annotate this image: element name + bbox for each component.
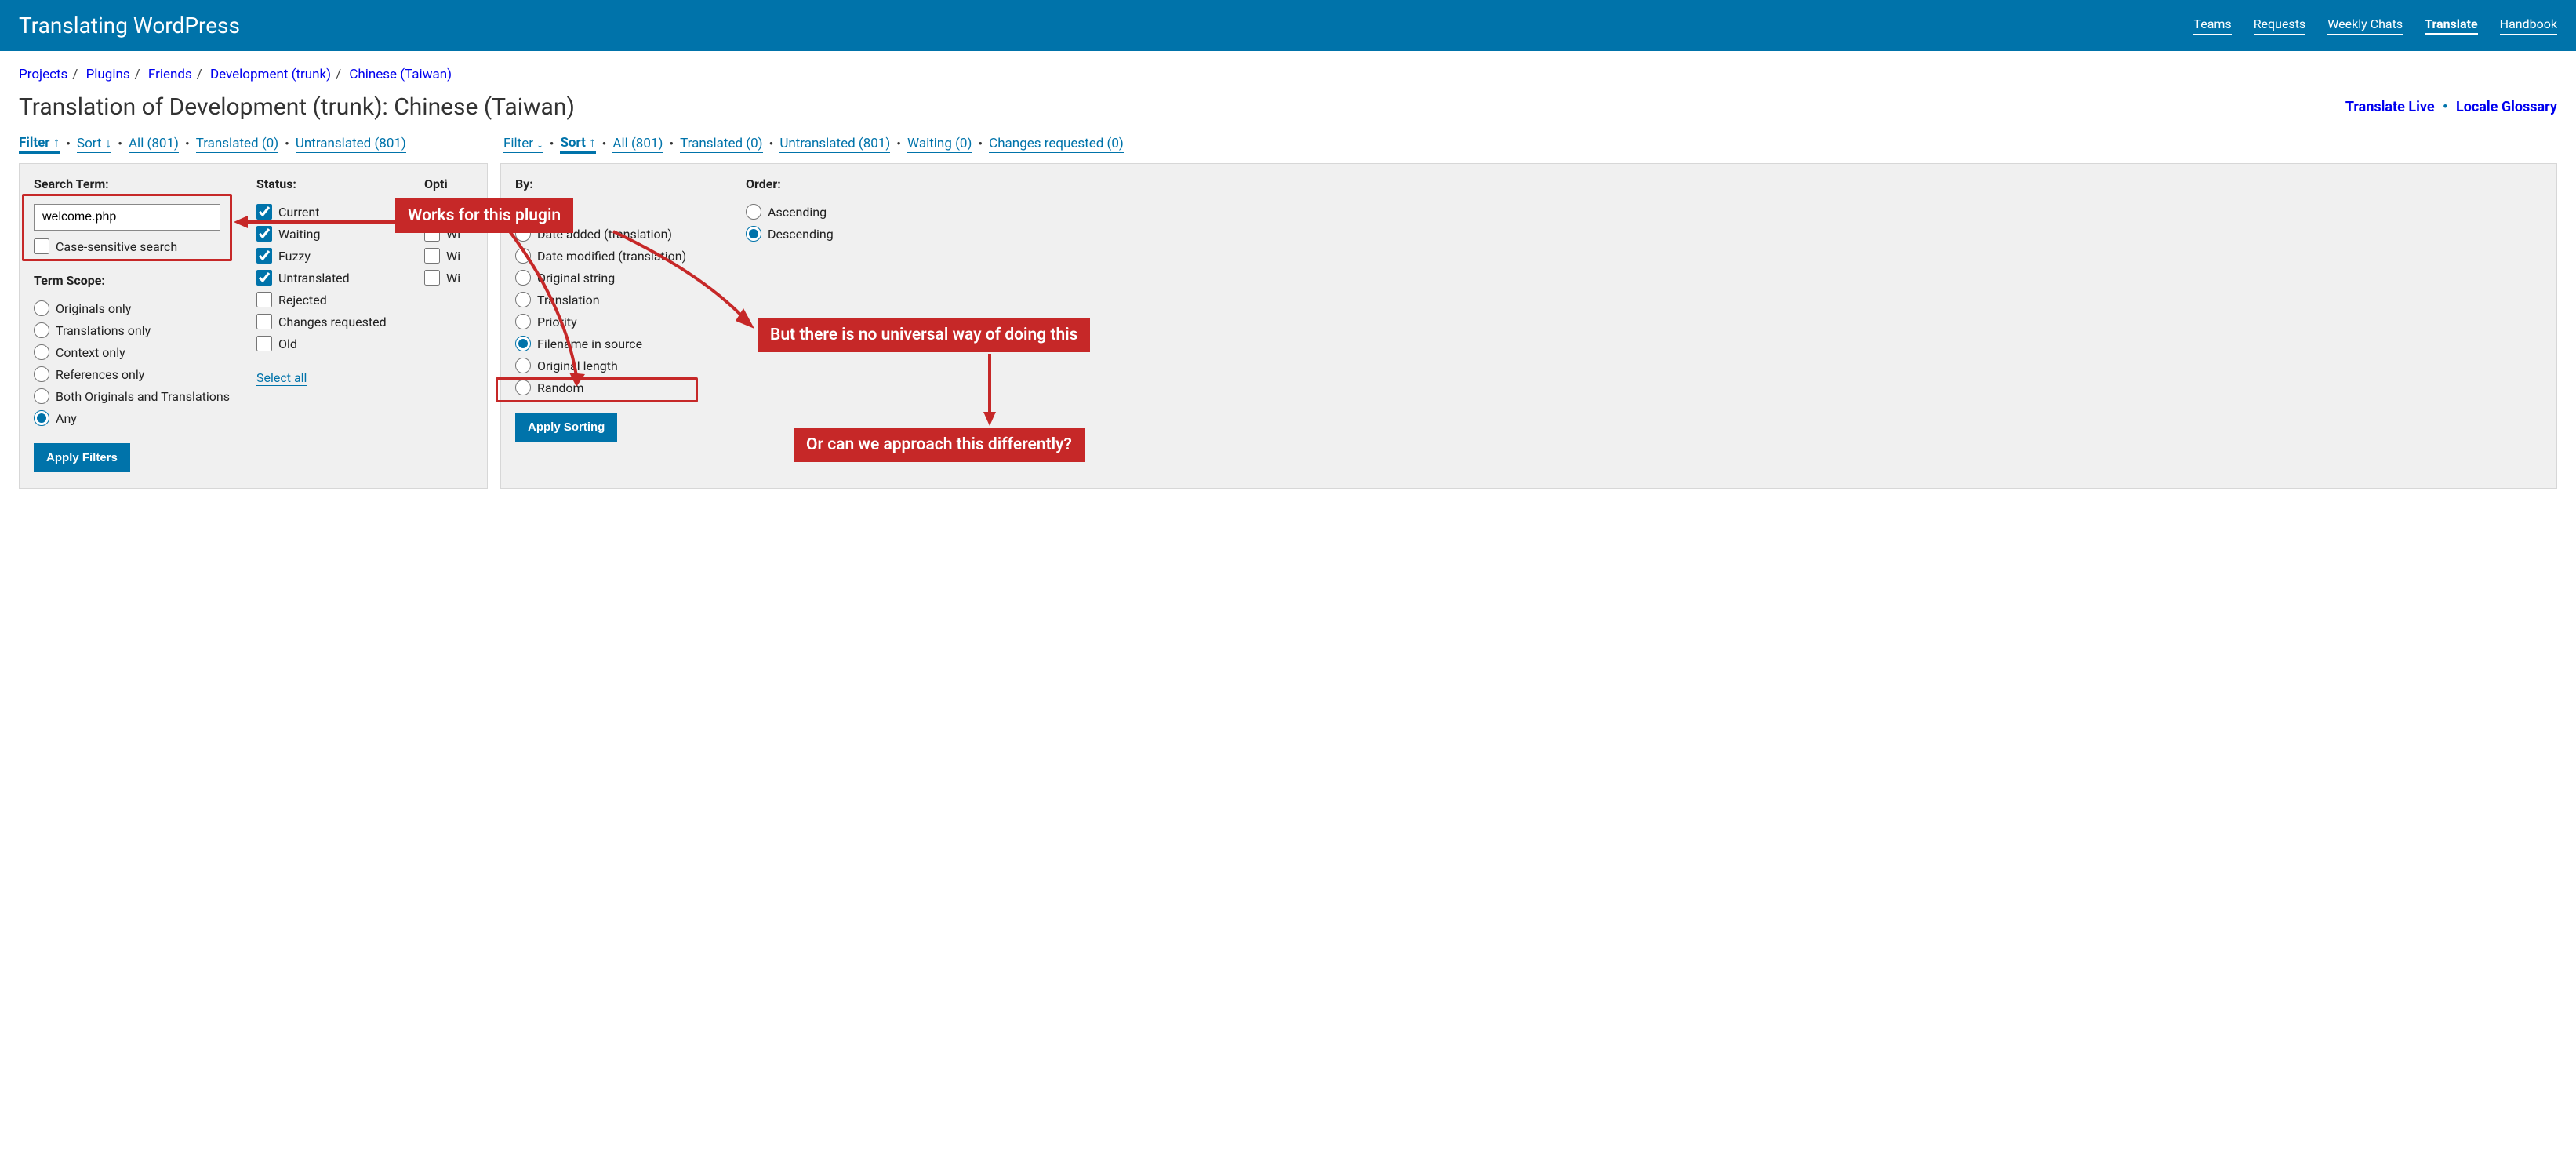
status-current[interactable]: Current [256, 204, 405, 220]
by-radio[interactable] [515, 292, 531, 307]
tab-untranslated-left[interactable]: Untranslated (801) [296, 136, 406, 153]
tab-untranslated-right[interactable]: Untranslated (801) [779, 136, 890, 153]
tab-all-right[interactable]: All (801) [612, 136, 663, 153]
scope-radio[interactable] [34, 300, 49, 316]
by-label: By: [515, 176, 727, 191]
nav-teams[interactable]: Teams [2193, 16, 2231, 35]
status-checkbox[interactable] [256, 314, 272, 329]
options-label: Opti [424, 176, 471, 191]
by-radio[interactable] [515, 314, 531, 329]
filter-toggle-right[interactable]: Filter ↓ [503, 136, 543, 153]
search-term-label: Search Term: [34, 176, 238, 191]
scope-any[interactable]: Any [34, 410, 238, 426]
breadcrumb: Projects/ Plugins/ Friends/ Development … [19, 67, 2557, 82]
apply-filters-button[interactable]: Apply Filters [34, 443, 130, 472]
option-partial[interactable]: Wi [424, 270, 471, 286]
status-checkbox[interactable] [256, 248, 272, 264]
status-checkbox[interactable] [256, 226, 272, 242]
status-changes-requested[interactable]: Changes requested [256, 314, 405, 329]
order-radio[interactable] [746, 204, 761, 220]
by-priority[interactable]: Priority [515, 314, 727, 329]
by-original-string[interactable]: Original string [515, 270, 727, 286]
option-partial[interactable]: Wi [424, 248, 471, 264]
crumb-locale[interactable]: Chinese (Taiwan) [349, 67, 452, 82]
scope-radio[interactable] [34, 388, 49, 404]
filter-toggle-left[interactable]: Filter ↑ [19, 135, 60, 154]
sort-toggle-left[interactable]: Sort ↓ [77, 136, 111, 153]
by-radio[interactable] [515, 358, 531, 373]
order-ascending[interactable]: Ascending [746, 204, 834, 220]
scope-originals-only[interactable]: Originals only [34, 300, 238, 316]
by-date-modified-translation-[interactable]: Date modified (translation) [515, 248, 727, 264]
by-filename-in-source[interactable]: Filename in source [515, 336, 727, 351]
scope-radio[interactable] [34, 410, 49, 426]
status-old[interactable]: Old [256, 336, 405, 351]
case-sensitive-row[interactable]: Case-sensitive search [34, 238, 238, 254]
callout-works: Works for this plugin [395, 198, 573, 233]
status-checkbox[interactable] [256, 204, 272, 220]
status-checkbox[interactable] [256, 292, 272, 307]
scope-radio[interactable] [34, 322, 49, 338]
search-term-input[interactable] [34, 204, 220, 231]
tab-translated-left[interactable]: Translated (0) [196, 136, 278, 153]
locale-glossary-link[interactable]: Locale Glossary [2456, 99, 2557, 115]
option-checkbox[interactable] [424, 270, 440, 286]
scope-translations-only[interactable]: Translations only [34, 322, 238, 338]
order-label: Order: [746, 176, 834, 191]
crumb-plugins[interactable]: Plugins [86, 67, 130, 82]
apply-sorting-button[interactable]: Apply Sorting [515, 413, 617, 442]
nav-weekly-chats[interactable]: Weekly Chats [2327, 16, 2403, 35]
title-links: Translate Live • Locale Glossary [2345, 99, 2557, 115]
crumb-friends[interactable]: Friends [148, 67, 192, 82]
nav-handbook[interactable]: Handbook [2500, 16, 2557, 35]
tab-all-left[interactable]: All (801) [129, 136, 179, 153]
sort-toggle-right[interactable]: Sort ↑ [560, 135, 595, 154]
scope-radio[interactable] [34, 344, 49, 360]
status-untranslated[interactable]: Untranslated [256, 270, 405, 286]
status-rejected[interactable]: Rejected [256, 292, 405, 307]
primary-nav: Teams Requests Weekly Chats Translate Ha… [2193, 16, 2557, 35]
by-random[interactable]: Random [515, 380, 727, 395]
site-title: Translating WordPress [19, 13, 240, 38]
status-label: Status: [256, 176, 405, 191]
order-descending[interactable]: Descending [746, 226, 834, 242]
tab-translated-right[interactable]: Translated (0) [680, 136, 762, 153]
nav-requests[interactable]: Requests [2254, 16, 2306, 35]
by-radio[interactable] [515, 380, 531, 395]
status-checkbox[interactable] [256, 270, 272, 286]
by-radio[interactable] [515, 336, 531, 351]
by-radio[interactable] [515, 270, 531, 286]
page-content: Projects/ Plugins/ Friends/ Development … [0, 51, 2576, 504]
term-scope-label: Term Scope: [34, 273, 238, 288]
by-radio[interactable] [515, 248, 531, 264]
tab-changes-right[interactable]: Changes requested (0) [989, 136, 1124, 153]
status-fuzzy[interactable]: Fuzzy [256, 248, 405, 264]
callout-different: Or can we approach this differently? [794, 428, 1085, 462]
status-checkbox[interactable] [256, 336, 272, 351]
tab-waiting-right[interactable]: Waiting (0) [907, 136, 972, 153]
by-original-length[interactable]: Original length [515, 358, 727, 373]
scope-radio[interactable] [34, 366, 49, 382]
status-waiting[interactable]: Waiting [256, 226, 405, 242]
site-header: Translating WordPress Teams Requests Wee… [0, 0, 2576, 51]
toolbar-right: Filter ↓ • Sort ↑ • All (801) • Translat… [503, 135, 1124, 154]
scope-context-only[interactable]: Context only [34, 344, 238, 360]
toolbar-left: Filter ↑ • Sort ↓ • All (801) • Translat… [19, 135, 488, 154]
nav-translate[interactable]: Translate [2425, 16, 2478, 35]
case-sensitive-checkbox[interactable] [34, 238, 49, 254]
select-all-link[interactable]: Select all [256, 370, 307, 386]
callout-universal: But there is no universal way of doing t… [758, 318, 1090, 352]
option-checkbox[interactable] [424, 248, 440, 264]
crumb-projects[interactable]: Projects [19, 67, 67, 82]
scope-both-originals-and-translations[interactable]: Both Originals and Translations [34, 388, 238, 404]
order-radio[interactable] [746, 226, 761, 242]
translate-live-link[interactable]: Translate Live [2345, 99, 2435, 115]
scope-references-only[interactable]: References only [34, 366, 238, 382]
crumb-dev-trunk[interactable]: Development (trunk) [210, 67, 331, 82]
by-translation[interactable]: Translation [515, 292, 727, 307]
case-sensitive-label: Case-sensitive search [56, 239, 177, 254]
page-title: Translation of Development (trunk): Chin… [19, 93, 575, 121]
